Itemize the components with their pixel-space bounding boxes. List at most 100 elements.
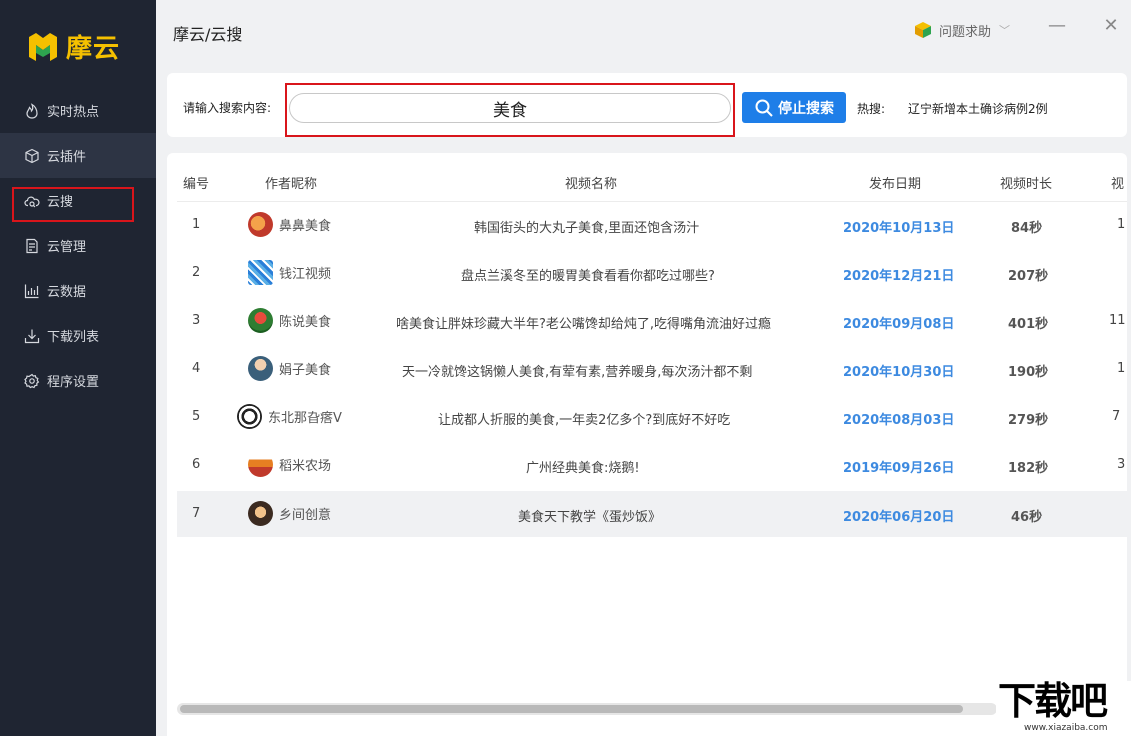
scrollbar-thumb[interactable] xyxy=(180,705,963,713)
author-name: 钱江视频 xyxy=(279,267,332,282)
flame-icon xyxy=(24,102,40,119)
table-row[interactable]: 7 乡间创意 美食天下教学《蛋炒饭》 2020年06月20日 46秒 xyxy=(177,491,1127,537)
sidebar-item-data[interactable]: 云数据 xyxy=(0,268,156,313)
publish-date: 2020年12月21日 xyxy=(843,269,955,284)
video-title: 啥美食让胖妹珍藏大半年?老公嘴馋却给炖了,吃得嘴角流油好过瘾 xyxy=(396,317,772,332)
table-row[interactable]: 4 娟子美食 天一冷就馋这锅懒人美食,有荤有素,营养暖身,每次汤汁都不剩 202… xyxy=(177,346,1127,392)
video-duration: 279秒 xyxy=(1008,413,1049,428)
package-icon xyxy=(915,22,931,38)
author-name: 娟子美食 xyxy=(279,363,332,378)
hot-search-label: 热搜: xyxy=(857,102,886,116)
avatar xyxy=(248,501,273,526)
video-duration: 207秒 xyxy=(1008,269,1049,284)
sidebar: 摩云 实时热点 云插件 云搜 云管理 云数据 下载列表 程序设置 xyxy=(0,0,156,736)
column-header-author: 作者昵称 xyxy=(265,177,318,192)
sidebar-nav: 实时热点 云插件 云搜 云管理 云数据 下载列表 程序设置 xyxy=(0,88,156,403)
view-count: 7 xyxy=(1112,409,1121,424)
column-header-number: 编号 xyxy=(183,177,210,192)
search-icon xyxy=(755,99,773,117)
logo-icon xyxy=(29,33,57,61)
video-title: 盘点兰溪冬至的暖胃美食看看你都吃过哪些? xyxy=(461,269,715,284)
sidebar-item-label: 云插件 xyxy=(47,150,87,165)
gear-icon xyxy=(24,373,40,389)
table-row[interactable]: 6 稻米农场 广州经典美食:烧鹅! 2019年09月26日 182秒 3 xyxy=(177,442,1127,488)
column-header-title: 视频名称 xyxy=(565,177,618,192)
avatar xyxy=(237,404,262,429)
watermark-url: www.xiazaiba.com xyxy=(1024,723,1108,733)
hot-search-topic[interactable]: 辽宁新增本土确诊病例2例 xyxy=(908,100,1048,117)
publish-date: 2020年10月13日 xyxy=(843,221,955,236)
table-row[interactable]: 2 钱江视频 盘点兰溪冬至的暖胃美食看看你都吃过哪些? 2020年12月21日 … xyxy=(177,250,1127,296)
column-header-views: 视 xyxy=(1111,177,1125,192)
avatar xyxy=(248,452,273,477)
stop-search-label: 停止搜索 xyxy=(778,99,834,116)
author-cell: 东北那旮瘩V xyxy=(237,404,342,429)
author-cell: 陈说美食 xyxy=(248,308,331,333)
sidebar-item-label: 云数据 xyxy=(47,285,87,300)
search-input[interactable] xyxy=(289,93,731,123)
publish-date: 2019年09月26日 xyxy=(843,461,955,476)
row-number: 4 xyxy=(192,361,201,376)
search-label: 请输入搜索内容: xyxy=(183,101,272,115)
sidebar-item-label: 云搜 xyxy=(47,195,74,210)
sidebar-item-label: 云管理 xyxy=(47,240,87,255)
author-name: 陈说美食 xyxy=(279,315,332,330)
author-cell: 娟子美食 xyxy=(248,356,331,381)
avatar xyxy=(248,356,273,381)
sidebar-item-downloads[interactable]: 下载列表 xyxy=(0,313,156,358)
horizontal-scrollbar[interactable] xyxy=(177,703,997,715)
view-count: 1 xyxy=(1117,217,1126,232)
sidebar-item-label: 下载列表 xyxy=(47,330,100,345)
table-row[interactable]: 3 陈说美食 啥美食让胖妹珍藏大半年?老公嘴馋却给炖了,吃得嘴角流油好过瘾 20… xyxy=(177,298,1127,344)
column-header-date: 发布日期 xyxy=(869,177,922,192)
author-name: 乡间创意 xyxy=(279,508,332,523)
cloud-search-icon xyxy=(24,193,40,209)
video-duration: 46秒 xyxy=(1011,510,1043,525)
stop-search-button[interactable]: 停止搜索 xyxy=(742,92,846,123)
video-duration: 182秒 xyxy=(1008,461,1049,476)
watermark-logo: 下载吧 xyxy=(998,679,1108,723)
row-number: 5 xyxy=(192,409,201,424)
video-title: 广州经典美食:烧鹅! xyxy=(526,461,640,476)
sidebar-item-hot[interactable]: 实时热点 xyxy=(0,88,156,133)
video-title: 韩国街头的大丸子美食,里面还饱含汤汁 xyxy=(474,221,700,236)
video-duration: 190秒 xyxy=(1008,365,1049,380)
row-number: 6 xyxy=(192,457,201,472)
row-number: 2 xyxy=(192,265,201,280)
results-table: 编号 作者昵称 视频名称 发布日期 视频时长 视 1 鼻鼻美食 韩国街头的大丸子… xyxy=(167,153,1127,736)
table-row[interactable]: 5 东北那旮瘩V 让成都人折服的美食,一年卖2亿多个?到底好不好吃 2020年0… xyxy=(177,394,1127,440)
column-header-duration: 视频时长 xyxy=(1000,177,1053,192)
help-label: 问题求助 xyxy=(939,24,992,40)
video-title: 美食天下教学《蛋炒饭》 xyxy=(518,510,662,525)
author-cell: 稻米农场 xyxy=(248,452,331,477)
author-cell: 钱江视频 xyxy=(248,260,331,285)
publish-date: 2020年06月20日 xyxy=(843,510,955,525)
avatar xyxy=(248,260,273,285)
sidebar-item-plugins[interactable]: 云插件 xyxy=(0,133,156,178)
author-cell: 鼻鼻美食 xyxy=(248,212,331,237)
title-bar: 摩云/云搜 问题求助 ﹀ — ✕ xyxy=(156,0,1131,62)
author-name: 稻米农场 xyxy=(279,459,332,474)
video-title: 天一冷就馋这锅懒人美食,有荤有素,营养暖身,每次汤汁都不剩 xyxy=(402,365,753,380)
table-row[interactable]: 1 鼻鼻美食 韩国街头的大丸子美食,里面还饱含汤汁 2020年10月13日 84… xyxy=(177,202,1127,248)
chevron-down-icon: ﹀ xyxy=(999,24,1011,37)
sidebar-item-label: 程序设置 xyxy=(47,375,100,390)
cube-icon xyxy=(24,148,40,164)
sidebar-item-cloud-search[interactable]: 云搜 xyxy=(0,178,156,223)
sidebar-item-settings[interactable]: 程序设置 xyxy=(0,358,156,403)
sidebar-item-manage[interactable]: 云管理 xyxy=(0,223,156,268)
help-button[interactable]: 问题求助 ﹀ xyxy=(913,20,1010,40)
author-name: 鼻鼻美食 xyxy=(279,219,332,234)
row-number: 1 xyxy=(192,217,201,232)
row-number: 7 xyxy=(192,506,201,521)
video-title: 让成都人折服的美食,一年卖2亿多个?到底好不好吃 xyxy=(438,413,731,428)
avatar xyxy=(248,212,273,237)
close-button[interactable]: ✕ xyxy=(1100,14,1122,36)
avatar xyxy=(248,308,273,333)
view-count: 3 xyxy=(1117,457,1126,472)
minimize-button[interactable]: — xyxy=(1046,14,1068,36)
sidebar-item-label: 实时热点 xyxy=(47,105,100,120)
watermark: 下载吧 www.xiazaiba.com xyxy=(996,681,1131,736)
view-count: 11 xyxy=(1109,313,1126,328)
row-number: 3 xyxy=(192,313,201,328)
